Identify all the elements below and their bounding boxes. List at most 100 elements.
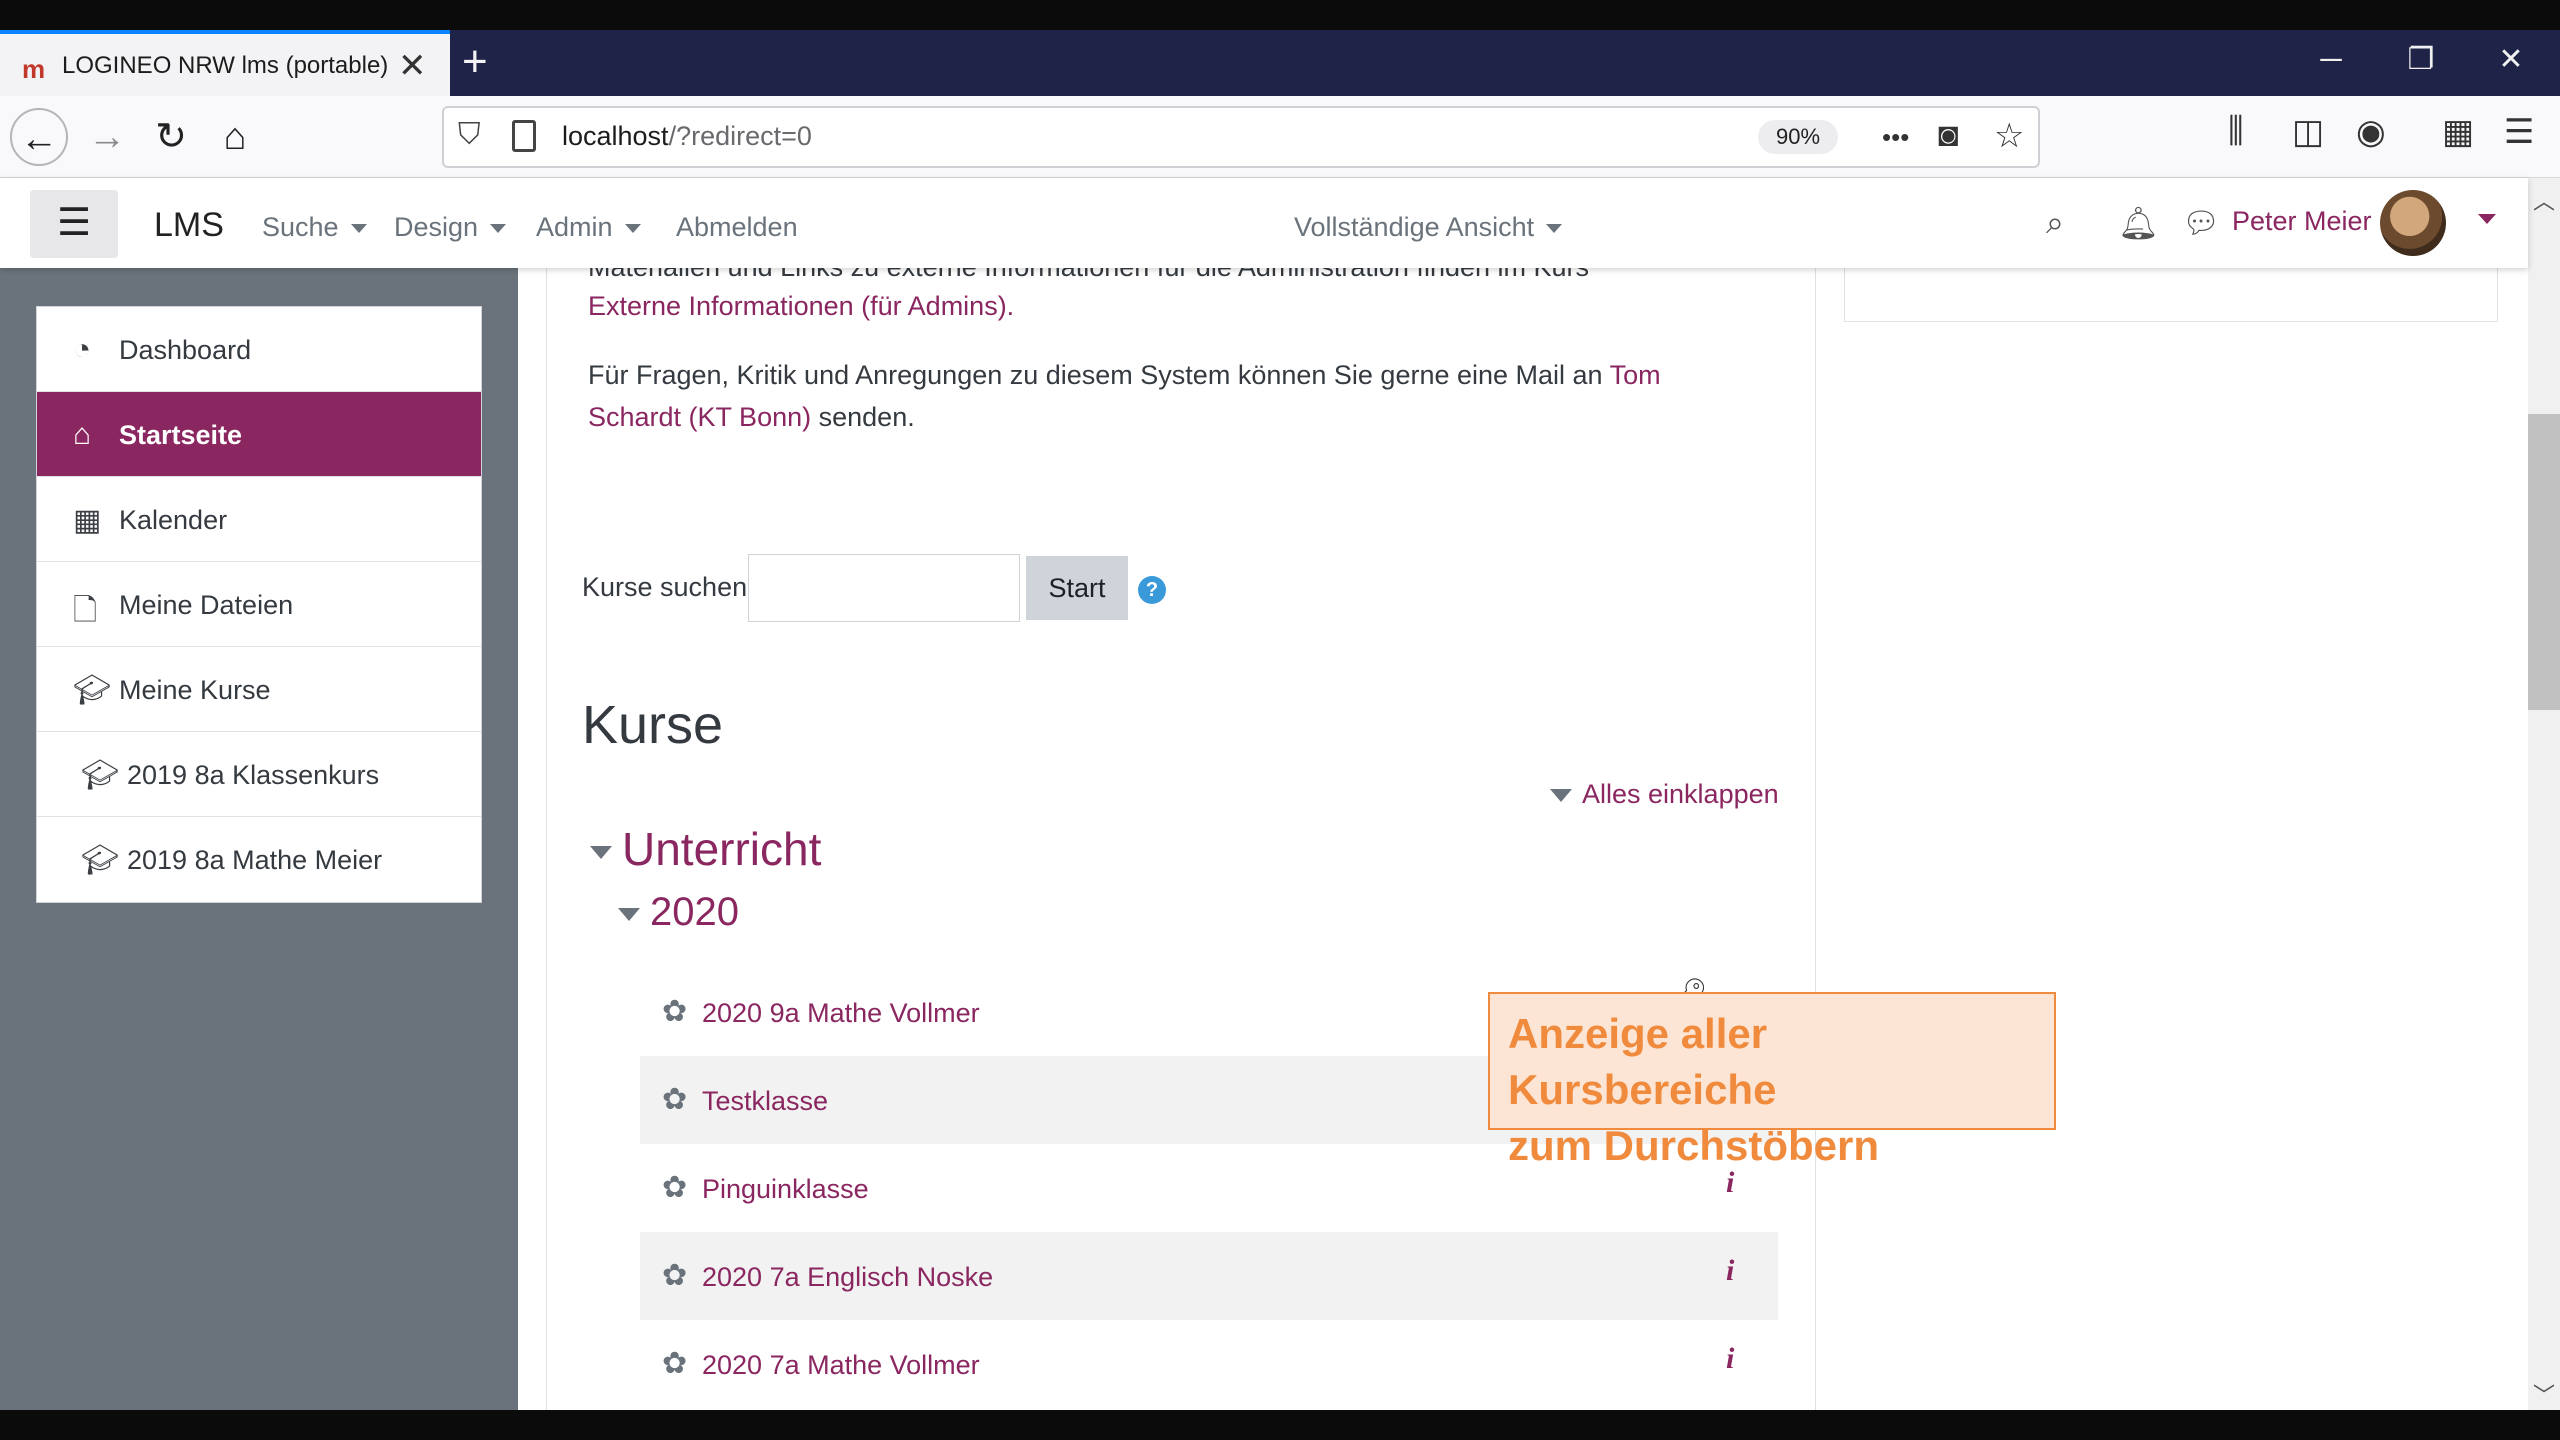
home-icon: ⌂ <box>73 418 92 451</box>
scrollbar-thumb[interactable] <box>2528 414 2560 710</box>
view-mode-dropdown[interactable]: Vollständige Ansicht <box>1294 212 1563 243</box>
chevron-down-icon <box>624 224 641 234</box>
external-info-link[interactable]: Externe Informationen (für Admins). <box>588 291 1014 321</box>
notification-bell-icon[interactable]: 🔔︎ <box>2118 204 2159 242</box>
search-start-button[interactable]: Start <box>1026 556 1128 620</box>
calendar-icon: ▦ <box>73 504 102 537</box>
menu-design[interactable]: Design <box>394 212 507 243</box>
list-item[interactable]: ✿ 2020 7a Englisch Noske i <box>640 1232 1778 1320</box>
zoom-level[interactable]: 90% <box>1758 120 1838 154</box>
help-icon[interactable]: ? <box>1138 576 1166 604</box>
user-menu-chevron-icon[interactable] <box>2478 214 2496 224</box>
sidebar-item-course[interactable]: 🎓︎ 2019 8a Mathe Meier <box>37 817 481 902</box>
sidebar-item-meine-kurse[interactable]: 🎓︎ Meine Kurse <box>37 647 481 732</box>
info-icon[interactable]: i <box>1726 1254 1734 1288</box>
sidebar-item-course[interactable]: 🎓︎ 2019 8a Klassenkurs <box>37 732 481 817</box>
annotation-line: zum Durchstöbern <box>1508 1122 1880 1169</box>
moodle-favicon-icon: m <box>22 54 46 84</box>
collapse-all-link[interactable]: Alles einklappen <box>1550 779 1779 810</box>
extensions-icon[interactable]: ▦ <box>2442 112 2474 152</box>
list-item[interactable]: ✿ 2020 7a Mathe Vollmer i <box>640 1320 1778 1408</box>
course-icon: ✿ <box>662 1259 688 1292</box>
course-link[interactable]: Testklasse <box>702 1086 828 1117</box>
drawer-toggle-button[interactable]: ☰ <box>30 190 118 258</box>
menu-abmelden[interactable]: Abmelden <box>676 212 798 243</box>
sidebar-item-dashboard[interactable]: ◔ Dashboard <box>37 307 481 392</box>
forward-arrow-icon[interactable]: → <box>78 108 136 166</box>
course-link[interactable]: 2020 7a Mathe Vollmer <box>702 1350 980 1381</box>
sidebar-item-meine-dateien[interactable]: 🗋 Meine Dateien <box>37 562 481 647</box>
tab-close-icon[interactable]: ✕ <box>398 46 427 86</box>
more-actions-icon[interactable]: ••• <box>1882 122 1909 153</box>
contact-paragraph: Für Fragen, Kritik und Anregungen zu die… <box>588 360 1661 432</box>
file-icon: 🗋 <box>73 594 98 627</box>
course-icon: ✿ <box>662 995 688 1028</box>
messages-icon[interactable]: 💬︎ <box>2182 206 2220 241</box>
sidebar-nav: ◔ Dashboard ⌂ Startseite ▦ Kalender 🗋 Me… <box>36 306 482 903</box>
course-icon: ✿ <box>662 1083 688 1116</box>
graduation-cap-icon: 🎓︎ <box>81 844 120 877</box>
category-unterricht[interactable]: Unterricht <box>590 822 821 876</box>
library-icon[interactable]: ⫼ <box>2228 112 2244 151</box>
scroll-down-icon[interactable]: ﹀ <box>2530 1378 2558 1410</box>
browser-tab[interactable]: m LOGINEO NRW lms (portable) ✕ <box>0 30 450 96</box>
sidebar-item-label: Meine Kurse <box>119 675 271 705</box>
courses-heading: Kurse <box>582 695 724 755</box>
annotation-line: Anzeige aller Kursbereiche <box>1508 1010 1777 1113</box>
sidebar-item-label: 2019 8a Klassenkurs <box>127 760 380 790</box>
url-bar[interactable]: ⛉ localhost/?redirect=0 90% ••• ◙ ☆ <box>442 106 2040 168</box>
home-icon[interactable]: ⌂ <box>206 108 264 166</box>
intro-paragraph: Externe Informationen (für Admins). <box>588 285 1788 327</box>
caret-down-icon <box>590 846 612 860</box>
shield-icon[interactable]: ⛉ <box>458 118 481 152</box>
chevron-down-icon <box>1546 224 1563 234</box>
screen-top-bar <box>0 0 2560 30</box>
menu-admin[interactable]: Admin <box>536 212 641 243</box>
scrollbar[interactable] <box>2528 178 2560 1410</box>
graduation-cap-icon: 🎓︎ <box>81 759 120 792</box>
caret-down-icon <box>1550 789 1572 803</box>
course-link[interactable]: 2020 7a Englisch Noske <box>702 1262 993 1293</box>
user-name[interactable]: Peter Meier <box>2232 206 2372 237</box>
back-arrow-icon[interactable]: ← <box>10 108 68 166</box>
sidebar-item-kalender[interactable]: ▦ Kalender <box>37 477 481 562</box>
sidebar-item-label: 2019 8a Mathe Meier <box>127 845 383 875</box>
subcategory-2020[interactable]: 2020 <box>618 890 739 935</box>
new-tab-button[interactable]: + <box>462 34 488 90</box>
sidebar-item-label: Startseite <box>119 420 243 450</box>
restore-icon[interactable]: ❐ <box>2376 30 2466 96</box>
chevron-down-icon <box>350 224 367 234</box>
sidebar-item-label: Meine Dateien <box>119 590 294 620</box>
annotation-callout: Anzeige aller Kursbereiche zum Durchstöb… <box>1488 992 2056 1169</box>
dashboard-icon: ◔ <box>73 333 92 366</box>
avatar[interactable] <box>2380 190 2446 256</box>
menu-suche[interactable]: Suche <box>262 212 367 243</box>
reload-icon[interactable]: ↻ <box>142 108 200 166</box>
graduation-cap-icon: 🎓︎ <box>73 674 112 707</box>
site-brand[interactable]: LMS <box>154 206 224 245</box>
course-icon: ✿ <box>662 1171 688 1204</box>
page-icon <box>512 120 536 152</box>
course-icon: ✿ <box>662 1347 688 1380</box>
caret-down-icon <box>618 907 640 921</box>
minimize-icon[interactable]: ─ <box>2286 30 2376 96</box>
info-icon[interactable]: i <box>1726 1342 1734 1376</box>
sidebar-item-label: Kalender <box>119 505 228 535</box>
screen-bottom-bar <box>0 1410 2560 1440</box>
url-text[interactable]: localhost/?redirect=0 <box>562 121 812 152</box>
search-icon[interactable]: ⌕ <box>2046 204 2064 242</box>
scroll-up-icon[interactable]: ︿ <box>2530 184 2558 216</box>
pocket-icon[interactable]: ◙ <box>1938 116 1959 155</box>
sidebar-item-startseite[interactable]: ⌂ Startseite <box>37 392 481 477</box>
tab-title: LOGINEO NRW lms (portable) <box>62 52 389 79</box>
course-search-label: Kurse suchen <box>582 572 748 602</box>
bookmark-star-icon[interactable]: ☆ <box>1994 116 2024 156</box>
menu-icon[interactable]: ☰ <box>2504 112 2534 152</box>
window-close-icon[interactable]: ✕ <box>2466 30 2556 96</box>
chevron-down-icon <box>490 224 507 234</box>
sidebar-toggle-icon[interactable]: ◫ <box>2292 112 2324 152</box>
course-search-input[interactable] <box>748 554 1020 622</box>
course-link[interactable]: 2020 9a Mathe Vollmer <box>702 998 980 1029</box>
course-link[interactable]: Pinguinklasse <box>702 1174 869 1205</box>
account-icon[interactable]: ◉ <box>2356 112 2386 152</box>
